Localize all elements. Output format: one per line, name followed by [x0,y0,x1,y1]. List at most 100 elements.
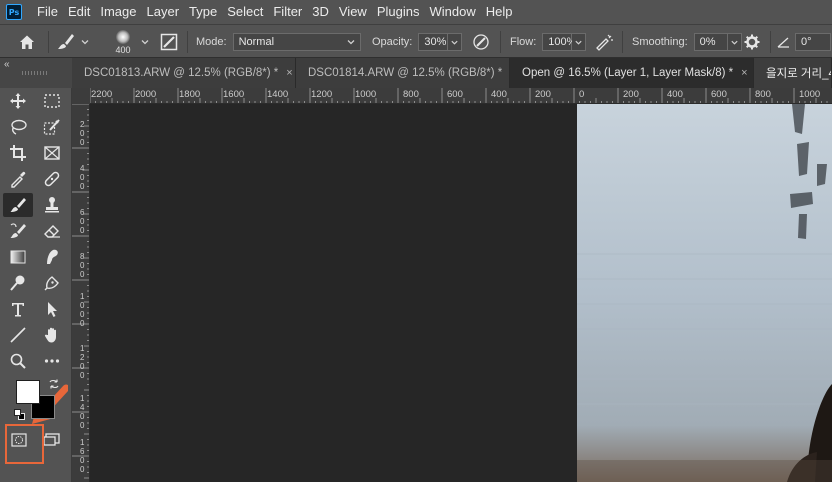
type-tool[interactable] [3,297,33,321]
eyedropper-tool[interactable] [3,167,33,191]
vertical-ruler[interactable]: 2 0 0 4 0 0 6 0 0 8 0 0 1 0 0 0 1 2 0 0 … [72,104,90,482]
brush-icon [10,198,26,212]
line-tool[interactable] [3,323,33,347]
smudge-tool[interactable] [37,245,67,269]
more-icon [44,359,60,363]
mode-group: Mode: Normal [196,25,361,59]
collapse-panel-button[interactable]: « [4,59,10,70]
hand-tool[interactable] [37,323,67,347]
toolbar-grip[interactable] [22,71,48,75]
default-colors-icon[interactable] [14,409,26,421]
edit-toolbar-button[interactable] [37,349,67,373]
flow-input[interactable]: 100% [542,33,576,51]
menu-window[interactable]: Window [424,0,480,24]
divider [622,31,623,53]
pen-tool[interactable] [37,271,67,295]
zoom-tool[interactable] [3,349,33,373]
dodge-tool[interactable] [3,271,33,295]
smoothing-dropdown[interactable] [727,33,742,51]
brush-size-dropdown[interactable] [140,25,150,59]
ruler-label: 1400 [267,89,289,100]
dodge-icon [10,275,25,291]
document-tabs: DSC01813.ARW @ 12.5% (RGB/8*) * × DSC018… [72,58,832,88]
menu-layer[interactable]: Layer [142,0,185,24]
smoothing-input[interactable]: 0% [693,33,728,51]
menu-3d[interactable]: 3D [307,0,334,24]
crop-icon [10,145,26,161]
tab-dsc01814[interactable]: DSC01814.ARW @ 12.5% (RGB/8*) * × [296,58,510,88]
eraser-tool[interactable] [37,219,67,243]
frame-tool[interactable] [37,141,67,165]
ruler-label: 6 0 0 [80,208,85,235]
mode-select[interactable]: Normal [232,33,361,51]
gradient-tool[interactable] [3,245,33,269]
tab-euljiro[interactable]: 을지로 거리_4 [754,58,832,88]
crop-tool[interactable] [3,141,33,165]
menu-image[interactable]: Image [95,0,141,24]
hand-icon [44,327,56,343]
ruler-label: 800 [755,89,771,100]
chevron-down-icon [81,40,89,45]
chevron-down-icon [141,40,149,45]
flow-group: Flow: 100% [510,25,587,59]
home-button[interactable] [14,25,40,59]
brush-size-picker[interactable]: 400 [106,25,140,59]
menu-filter[interactable]: Filter [268,0,307,24]
pressure-opacity-button[interactable] [472,25,492,59]
menu-help[interactable]: Help [481,0,518,24]
tab-label: DSC01813.ARW @ 12.5% (RGB/8*) * [84,67,279,79]
mode-label: Mode: [196,36,227,48]
toolbar-header: « [0,58,72,88]
ruler-origin[interactable] [72,88,90,104]
ruler-label: 1800 [179,89,201,100]
history-brush-tool[interactable] [3,219,33,243]
opacity-label: Opacity: [372,36,413,48]
path-selection-tool[interactable] [37,297,67,321]
document-image[interactable] [577,104,832,482]
airbrush-button[interactable] [594,25,616,59]
horizontal-ruler[interactable]: 2200 2000 1800 1600 1400 1200 1000 800 6… [90,88,832,104]
ruler-label: 400 [491,89,507,100]
flow-dropdown[interactable] [572,33,587,51]
ruler-label: 1000 [799,89,821,100]
brush-settings-button[interactable] [160,25,180,59]
spot-healing-tool[interactable] [37,167,67,191]
airbrush-icon [596,34,613,51]
close-icon[interactable]: × [286,67,292,79]
photo-content [577,104,832,482]
move-tool[interactable] [3,89,33,113]
tab-label: DSC01814.ARW @ 12.5% (RGB/8*) * [308,67,503,79]
brush-icon [58,34,74,49]
brush-tool[interactable] [3,193,33,217]
foreground-color-swatch[interactable] [16,380,40,404]
annotation-highlight-box [5,424,44,464]
menu-bar: Ps File Edit Image Layer Type Select Fil… [0,0,832,24]
smudge-icon [47,249,58,264]
menu-edit[interactable]: Edit [63,0,95,24]
menu-file[interactable]: File [32,0,63,24]
ruler-label: 0 [579,89,585,100]
marquee-tool[interactable] [37,89,67,113]
tab-dsc01813[interactable]: DSC01813.ARW @ 12.5% (RGB/8*) * × [72,58,296,88]
smoothing-options-button[interactable] [744,25,764,59]
eyedropper-icon [11,171,26,188]
angle-input[interactable]: 0° [795,33,831,51]
menu-type[interactable]: Type [184,0,222,24]
screen-mode-icon [43,433,60,446]
zoom-icon [10,353,26,369]
opacity-input[interactable]: 30% [418,33,449,51]
clone-stamp-tool[interactable] [37,193,67,217]
menu-plugins[interactable]: Plugins [372,0,425,24]
tab-open[interactable]: Open @ 16.5% (Layer 1, Layer Mask/8) * × [510,58,754,88]
lasso-tool[interactable] [3,115,33,139]
tool-preset-picker[interactable] [56,25,96,59]
ruler-label: 600 [447,89,463,100]
close-icon[interactable]: × [741,67,747,79]
ruler-label: 1200 [311,89,333,100]
object-selection-tool[interactable] [37,115,67,139]
menu-view[interactable]: View [334,0,372,24]
ruler-label: 8 0 0 [80,252,85,279]
menu-select[interactable]: Select [222,0,268,24]
opacity-dropdown[interactable] [448,33,463,51]
ruler-label: 4 0 0 [80,164,85,191]
